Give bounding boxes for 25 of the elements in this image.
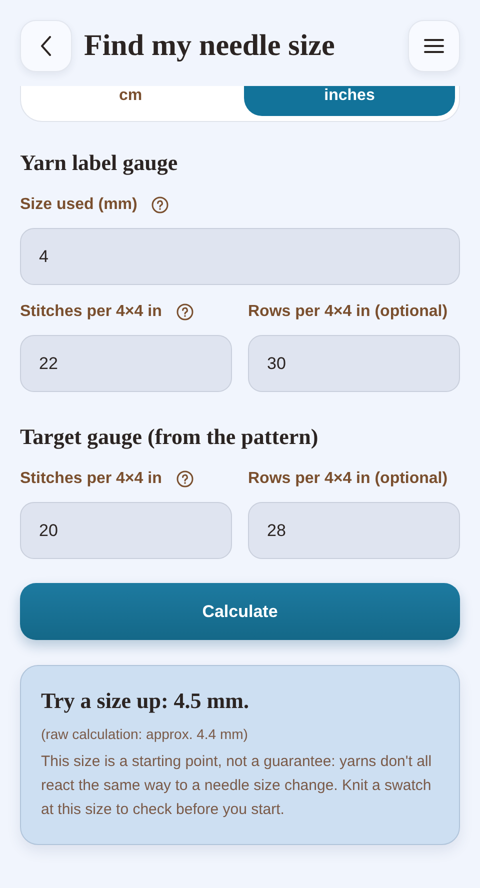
field-label: Stitches per 4×4 in xyxy=(20,303,162,321)
result-title: Try a size up: 4.5 mm. xyxy=(41,688,250,714)
calculate-button[interactable]: Calculate xyxy=(20,583,460,640)
help-icon[interactable] xyxy=(151,196,170,214)
section-title: Yarn label gauge xyxy=(20,150,179,176)
unit-tab[interactable]: cm xyxy=(25,86,236,116)
field-label: Stitches per 4×4 in xyxy=(20,470,162,488)
back-icon xyxy=(40,36,52,56)
menu-button[interactable] xyxy=(408,20,460,72)
input-field[interactable]: 28 xyxy=(248,502,460,559)
input-field[interactable]: 4 xyxy=(20,228,460,285)
unit-tab[interactable]: inches xyxy=(244,86,455,116)
input-field[interactable]: 22 xyxy=(20,335,232,392)
input-field[interactable]: 20 xyxy=(20,502,232,559)
section-title: Target gauge (from the pattern) xyxy=(20,424,320,450)
input-field[interactable]: 30 xyxy=(248,335,460,392)
field-label: Rows per 4×4 in (optional) xyxy=(248,470,448,488)
page-title: Find my needle size xyxy=(84,29,336,63)
help-icon[interactable] xyxy=(176,470,194,488)
menu-icon xyxy=(424,38,444,54)
field-label: Size used (mm) xyxy=(20,196,138,214)
raw-calculation: (raw calculation: approx. 4.4 mm) xyxy=(41,726,249,742)
help-icon[interactable] xyxy=(176,303,194,321)
field-label: Rows per 4×4 in (optional) xyxy=(248,303,448,321)
result-note: This size is a starting point, not a guarantee: yarns don't all react the same way to a needle size change. Knit a swatch at this size to check before you start. xyxy=(41,752,433,820)
